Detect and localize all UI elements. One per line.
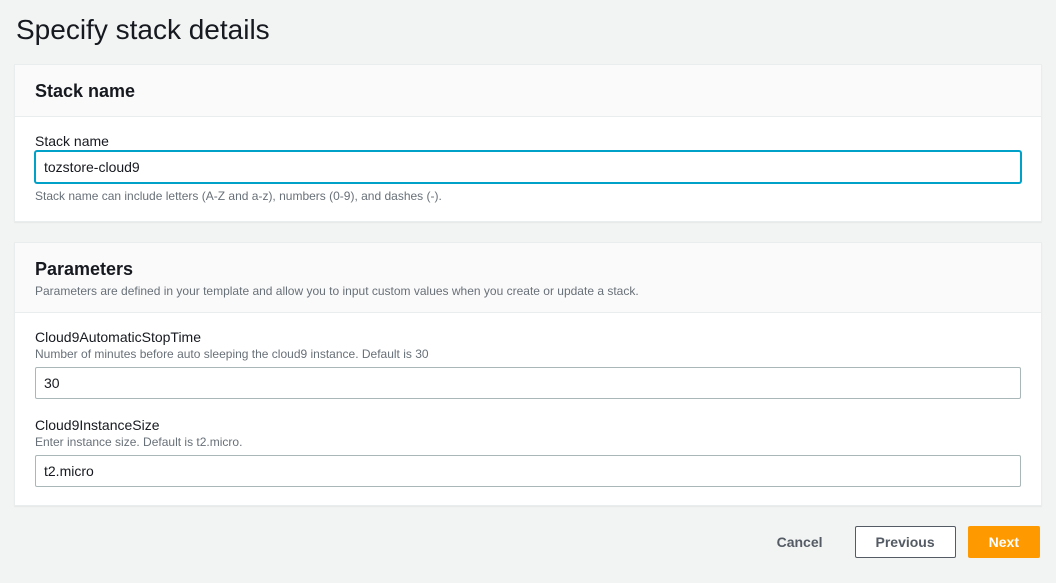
next-button[interactable]: Next	[968, 526, 1040, 558]
parameter-field: Cloud9AutomaticStopTime Number of minute…	[35, 329, 1021, 399]
cloud9-autostop-input[interactable]	[35, 367, 1021, 399]
parameter-label: Cloud9InstanceSize	[35, 417, 1021, 433]
stack-name-panel-header: Stack name	[15, 65, 1041, 117]
parameters-desc: Parameters are defined in your template …	[35, 284, 1021, 298]
footer-actions: Cancel Previous Next	[14, 526, 1042, 558]
stack-name-input[interactable]	[35, 151, 1021, 183]
stack-name-panel-body: Stack name Stack name can include letter…	[15, 117, 1041, 221]
cancel-button[interactable]: Cancel	[757, 526, 843, 558]
page-title: Specify stack details	[14, 14, 1042, 46]
parameters-panel-header: Parameters Parameters are defined in you…	[15, 243, 1041, 313]
parameter-desc: Number of minutes before auto sleeping t…	[35, 347, 1021, 361]
stack-name-field: Stack name Stack name can include letter…	[35, 133, 1021, 203]
cloud9-instancesize-input[interactable]	[35, 455, 1021, 487]
parameters-panel-body: Cloud9AutomaticStopTime Number of minute…	[15, 313, 1041, 505]
parameter-desc: Enter instance size. Default is t2.micro…	[35, 435, 1021, 449]
previous-button[interactable]: Previous	[855, 526, 956, 558]
stack-name-label: Stack name	[35, 133, 1021, 149]
parameter-field: Cloud9InstanceSize Enter instance size. …	[35, 417, 1021, 487]
parameter-label: Cloud9AutomaticStopTime	[35, 329, 1021, 345]
parameters-panel: Parameters Parameters are defined in you…	[14, 242, 1042, 506]
parameters-heading: Parameters	[35, 259, 1021, 280]
stack-name-heading: Stack name	[35, 81, 1021, 102]
stack-name-panel: Stack name Stack name Stack name can inc…	[14, 64, 1042, 222]
stack-name-help: Stack name can include letters (A-Z and …	[35, 189, 1021, 203]
